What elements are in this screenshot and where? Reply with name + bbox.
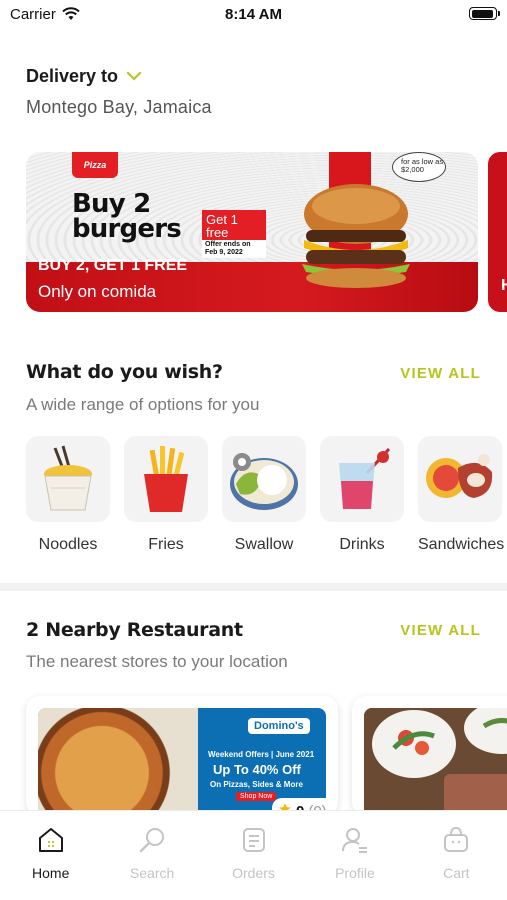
shop-now-badge: Shop Now xyxy=(236,792,277,801)
tab-label: Cart xyxy=(443,865,470,881)
search-icon xyxy=(137,825,167,855)
category-label: Fries xyxy=(148,536,184,553)
category-sandwiches[interactable]: Sandwiches xyxy=(418,436,505,554)
sandwiches-icon xyxy=(418,436,502,522)
tab-home[interactable]: Home xyxy=(0,811,101,900)
status-bar: Carrier 8:14 AM xyxy=(0,0,507,30)
cart-icon xyxy=(441,825,471,855)
tab-label: Profile xyxy=(335,865,375,881)
category-label: Sandwiches xyxy=(418,536,505,553)
nearby-view-all-button[interactable]: VIEW ALL xyxy=(400,622,481,639)
tab-cart[interactable]: Cart xyxy=(406,811,507,900)
category-drinks[interactable]: Drinks xyxy=(320,436,404,554)
next-banner-text: H xyxy=(501,277,507,294)
restaurant-card[interactable]: Domino's Weekend Offers | June 2021 Up T… xyxy=(26,696,338,816)
promo-title: BUY 2, GET 1 FREE xyxy=(38,257,188,274)
chevron-down-icon xyxy=(126,68,142,86)
drinks-icon xyxy=(320,436,404,522)
tab-search[interactable]: Search xyxy=(101,811,202,900)
clock: 8:14 AM xyxy=(225,6,282,23)
promo-subtitle: Only on comida xyxy=(38,282,157,301)
tab-orders[interactable]: Orders xyxy=(203,811,304,900)
banner-headline: Buy 2 burgers xyxy=(72,189,182,244)
delivery-selector[interactable]: Delivery to xyxy=(26,66,142,87)
delivery-label: Delivery to xyxy=(26,66,119,86)
category-label: Drinks xyxy=(339,536,385,553)
restaurant-image xyxy=(364,708,507,816)
delivery-location: Montego Bay, Jamaica xyxy=(26,97,212,117)
tab-profile[interactable]: Profile xyxy=(304,811,405,900)
promo-banner[interactable]: Pizza Buy 2 burgers Get 1 free Offer end… xyxy=(26,152,478,312)
nearby-subtitle: The nearest stores to your location xyxy=(26,652,288,671)
section-divider xyxy=(0,583,507,591)
profile-icon xyxy=(340,825,370,855)
categories-title: What do you wish? xyxy=(26,361,223,383)
category-noodles[interactable]: Noodles xyxy=(26,436,110,554)
tab-bar: Home Search Orders Profile Cart xyxy=(0,810,507,900)
tab-label: Home xyxy=(32,865,70,881)
category-fries[interactable]: Fries xyxy=(124,436,208,554)
offer-small-text: Weekend Offers | June 2021 xyxy=(208,750,315,759)
pizza-image xyxy=(38,708,198,816)
restaurant-image: Domino's Weekend Offers | June 2021 Up T… xyxy=(38,708,326,816)
nearby-title: 2 Nearby Restaurant xyxy=(26,619,243,641)
fries-icon xyxy=(124,436,208,522)
noodles-icon xyxy=(26,436,110,522)
battery-icon xyxy=(469,7,500,20)
categories-subtitle: A wide range of options for you xyxy=(26,395,260,414)
next-banner[interactable]: H xyxy=(488,152,507,312)
offer-ends-text: Offer ends on Feb 9, 2022 xyxy=(202,240,266,258)
categories-view-all-button[interactable]: VIEW ALL xyxy=(400,365,481,382)
pizza-logo: Pizza xyxy=(72,152,118,178)
category-label: Swallow xyxy=(234,536,294,553)
get-free-tag: Get 1 free xyxy=(202,210,266,242)
category-swallow[interactable]: Swallow xyxy=(222,436,306,554)
swallow-icon xyxy=(222,436,306,522)
tab-label: Search xyxy=(129,865,175,881)
offer-big-text: Up To 40% Off xyxy=(213,762,301,777)
restaurant-brand: Domino's xyxy=(248,718,310,734)
price-badge: for as low as $2,000 xyxy=(392,152,446,182)
restaurant-card[interactable] xyxy=(352,696,507,816)
category-label: Noodles xyxy=(38,536,98,553)
offer-detail-text: On Pizzas, Sides & More xyxy=(210,780,303,789)
burger-image xyxy=(302,184,410,288)
orders-icon xyxy=(239,825,269,855)
tab-label: Orders xyxy=(232,865,275,881)
home-icon xyxy=(36,825,66,855)
category-list: Noodles Fries Swallow Drinks Sandwiches xyxy=(26,436,505,554)
